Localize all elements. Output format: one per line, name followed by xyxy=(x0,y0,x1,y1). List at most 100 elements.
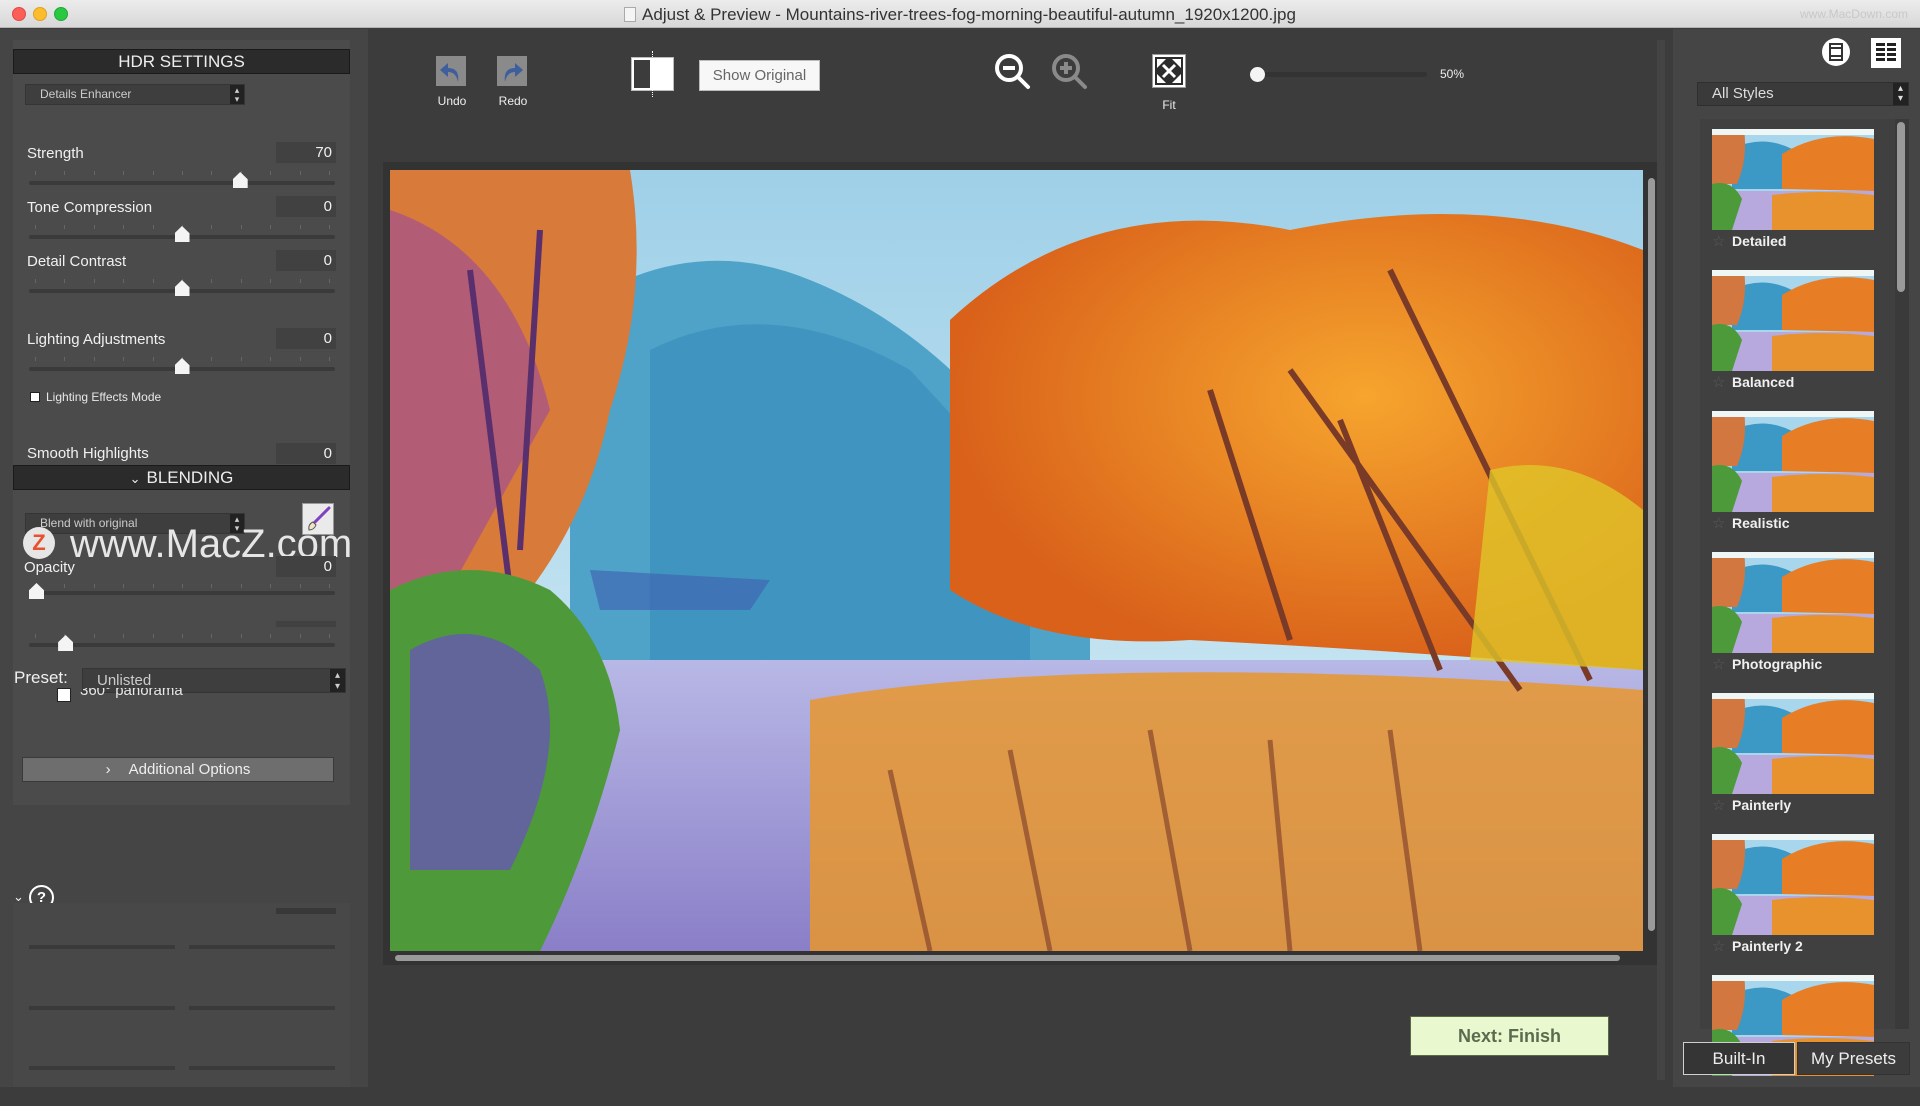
styles-scrollbar[interactable] xyxy=(1897,122,1905,292)
tone-compression-label: Tone Compression xyxy=(27,199,153,216)
autumn-river-photo xyxy=(390,170,1643,951)
style-item[interactable]: ☆ Painterly xyxy=(1700,683,1896,824)
select-arrows-icon: ▴ ▾ xyxy=(330,669,345,692)
fit-button[interactable] xyxy=(1152,54,1186,88)
style-name: Photographic xyxy=(1732,656,1823,672)
favorite-star-icon[interactable]: ☆ xyxy=(1712,514,1725,532)
opacity-ticks xyxy=(35,584,330,588)
window-title-text: Adjust & Preview - Mountains-river-trees… xyxy=(642,5,1296,24)
filmstrip-view-button[interactable] xyxy=(1822,38,1850,66)
style-thumbnail[interactable] xyxy=(1712,129,1874,230)
undo-button[interactable] xyxy=(436,56,466,86)
site-watermark: www.MacDown.com xyxy=(1799,7,1908,21)
opacity-label: Opacity xyxy=(24,559,75,576)
chevron-down-icon: ⌄ xyxy=(129,471,141,486)
method-select-value: Details Enhancer xyxy=(40,87,132,101)
grid-list-icon xyxy=(1876,43,1896,61)
style-item[interactable]: ☆ Balanced xyxy=(1700,260,1896,401)
smooth-highlights-label: Smooth Highlights xyxy=(27,445,149,462)
detail-contrast-value[interactable]: 0 xyxy=(276,250,336,271)
zoom-out-icon xyxy=(995,54,1030,89)
style-name: Balanced xyxy=(1732,374,1795,390)
hidden-slider-value xyxy=(276,621,336,627)
split-view-icon xyxy=(632,58,652,90)
next-finish-button[interactable]: Next: Finish xyxy=(1410,1016,1609,1056)
style-item[interactable]: ☆ Detailed xyxy=(1700,119,1896,260)
zoom-value: 50% xyxy=(1440,67,1465,81)
style-item[interactable]: ☆ Photographic xyxy=(1700,542,1896,683)
method-select[interactable]: Details Enhancer ▴ ▾ xyxy=(25,84,245,105)
preset-select-value: Unlisted xyxy=(97,672,152,689)
undo-label: Undo xyxy=(437,94,467,108)
detail-contrast-label: Detail Contrast xyxy=(27,253,127,270)
opacity-value[interactable]: 0 xyxy=(276,556,336,577)
fit-label: Fit xyxy=(1162,98,1176,112)
style-thumbnail[interactable] xyxy=(1712,693,1874,794)
redo-button[interactable] xyxy=(497,56,527,86)
macz-logo-icon: Z xyxy=(23,527,55,559)
grid-view-button[interactable] xyxy=(1871,38,1901,68)
hdr-settings-header[interactable]: HDR SETTINGS xyxy=(13,49,350,74)
strength-label: Strength xyxy=(27,145,84,162)
chevron-right-icon: › xyxy=(105,761,111,778)
split-divider xyxy=(652,51,653,97)
style-item[interactable] xyxy=(1700,965,1896,1106)
style-thumbnail[interactable] xyxy=(1712,411,1874,512)
preset-label: Preset: xyxy=(14,668,68,687)
blending-header[interactable]: ⌄ BLENDING xyxy=(13,465,350,490)
fit-arrows-icon xyxy=(1155,57,1183,85)
zoom-in-icon xyxy=(1052,54,1087,89)
blending-header-label: BLENDING xyxy=(146,468,234,487)
panorama-label: 360° panorama xyxy=(80,688,183,699)
show-original-button[interactable]: Show Original xyxy=(699,60,820,91)
window-title: Adjust & Preview - Mountains-river-trees… xyxy=(0,5,1920,25)
favorite-star-icon[interactable]: ☆ xyxy=(1712,937,1725,955)
style-thumbnail[interactable] xyxy=(1712,834,1874,935)
opacity-slider[interactable] xyxy=(29,591,335,595)
preview-image[interactable] xyxy=(390,170,1643,951)
lighting-adjustments-label: Lighting Adjustments xyxy=(27,331,166,348)
canvas-horizontal-scrollbar[interactable] xyxy=(395,955,1620,961)
undo-arrow-icon xyxy=(440,63,459,82)
strength-slider[interactable] xyxy=(29,181,335,185)
zoom-out-button[interactable] xyxy=(993,52,1033,92)
style-item[interactable]: ☆ Painterly 2 xyxy=(1700,824,1896,965)
style-name: Detailed xyxy=(1732,233,1787,249)
filmstrip-icon xyxy=(1829,43,1843,61)
style-name: Painterly 2 xyxy=(1732,938,1803,954)
lighting-effects-mode-label: Lighting Effects Mode xyxy=(46,390,162,404)
zoom-in-button[interactable] xyxy=(1050,52,1090,92)
panorama-checkbox[interactable] xyxy=(57,688,71,702)
lighting-adjustments-value[interactable]: 0 xyxy=(276,328,336,349)
tab-built-in[interactable]: Built-In xyxy=(1683,1042,1795,1075)
favorite-star-icon[interactable]: ☆ xyxy=(1712,373,1725,391)
document-icon xyxy=(624,7,637,22)
select-arrows-icon: ▴ ▾ xyxy=(230,85,244,104)
zoom-slider[interactable] xyxy=(1257,72,1427,77)
style-name: Painterly xyxy=(1732,797,1792,813)
hidden-slider-ticks xyxy=(35,634,330,638)
favorite-star-icon[interactable]: ☆ xyxy=(1712,655,1725,673)
center-panel-divider xyxy=(1657,40,1665,1080)
lighting-effects-mode-checkbox[interactable] xyxy=(30,392,40,402)
title-bar: Adjust & Preview - Mountains-river-trees… xyxy=(0,0,1920,28)
styles-filter-value: All Styles xyxy=(1712,85,1774,102)
favorite-star-icon[interactable]: ☆ xyxy=(1712,796,1725,814)
favorite-star-icon[interactable]: ☆ xyxy=(1712,232,1725,250)
style-name: Realistic xyxy=(1732,515,1790,531)
styles-filter-select[interactable]: All Styles ▴ ▾ xyxy=(1697,82,1909,106)
collapsed-section xyxy=(13,903,350,1087)
additional-options-label: Additional Options xyxy=(128,761,251,778)
canvas-vertical-scrollbar[interactable] xyxy=(1648,178,1655,931)
style-thumbnail[interactable] xyxy=(1712,270,1874,371)
tone-compression-value[interactable]: 0 xyxy=(276,196,336,217)
split-view-button[interactable] xyxy=(631,51,674,97)
hidden-slider[interactable] xyxy=(29,643,335,647)
zoom-slider-thumb[interactable] xyxy=(1250,67,1265,82)
additional-options-button[interactable]: › Additional Options xyxy=(22,757,334,782)
style-item[interactable]: ☆ Realistic xyxy=(1700,401,1896,542)
style-thumbnail[interactable] xyxy=(1712,552,1874,653)
smooth-highlights-value[interactable]: 0 xyxy=(276,443,336,464)
strength-value[interactable]: 70 xyxy=(276,142,336,163)
tab-my-presets[interactable]: My Presets xyxy=(1797,1042,1910,1075)
